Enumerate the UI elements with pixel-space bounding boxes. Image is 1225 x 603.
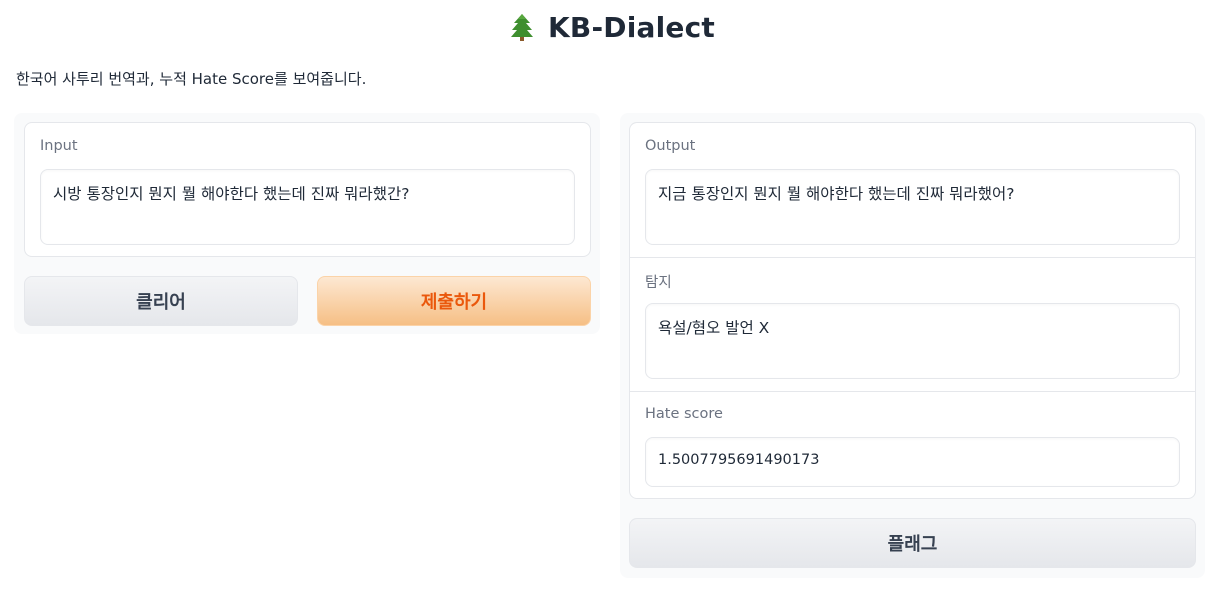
output-textarea[interactable]: 지금 통장인지 뭔지 뭘 해야한다 했는데 진짜 뭐라했어? xyxy=(645,169,1180,245)
divider xyxy=(630,391,1195,392)
flag-button[interactable]: 플래그 xyxy=(629,518,1196,568)
hate-score-label: Hate score xyxy=(645,406,723,422)
output-column: Output 지금 통장인지 뭔지 뭘 해야한다 했는데 진짜 뭐라했어? 탐지… xyxy=(620,113,1205,578)
page-description: 한국어 사투리 번역과, 누적 Hate Score를 보여줍니다. xyxy=(16,70,367,88)
divider xyxy=(630,257,1195,258)
clear-button[interactable]: 클리어 xyxy=(24,276,298,326)
output-panel: Output 지금 통장인지 뭔지 뭘 해야한다 했는데 진짜 뭐라했어? 탐지… xyxy=(629,122,1196,499)
input-column: Input 시방 통장인지 뭔지 뭘 해야한다 했는데 진짜 뭐라했간? 클리어… xyxy=(14,113,600,334)
output-label: Output xyxy=(645,138,696,154)
detection-textarea[interactable]: 욕설/혐오 발언 X xyxy=(645,303,1180,379)
input-panel: Input 시방 통장인지 뭔지 뭘 해야한다 했는데 진짜 뭐라했간? xyxy=(24,122,591,257)
input-label: Input xyxy=(40,138,78,154)
app-page: KB-Dialect 한국어 사투리 번역과, 누적 Hate Score를 보… xyxy=(0,0,1225,603)
tree-icon xyxy=(511,14,534,41)
submit-button[interactable]: 제출하기 xyxy=(317,276,591,326)
detection-label: 탐지 xyxy=(645,275,672,291)
page-title: KB-Dialect xyxy=(548,10,715,44)
input-textarea[interactable]: 시방 통장인지 뭔지 뭘 해야한다 했는데 진짜 뭐라했간? xyxy=(40,169,575,245)
hate-score-field[interactable]: 1.5007795691490173 xyxy=(645,437,1180,487)
header: KB-Dialect xyxy=(0,8,1225,46)
